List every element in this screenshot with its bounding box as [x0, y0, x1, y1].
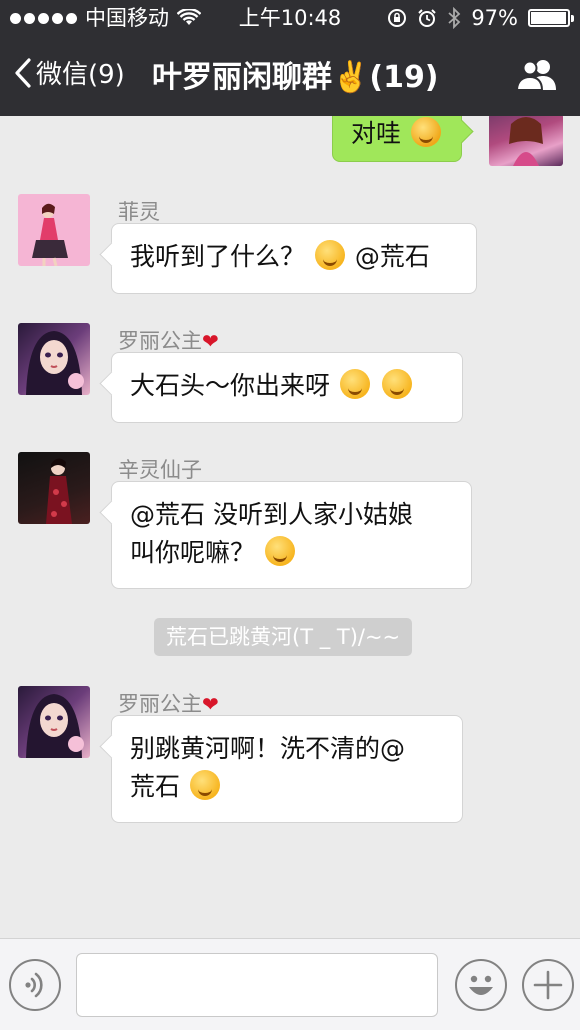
group-members-button[interactable] — [515, 56, 558, 96]
sender-name: 罗丽公主 — [118, 329, 202, 353]
avatar-luoli[interactable] — [18, 686, 90, 758]
avatar-figure-icon — [509, 117, 543, 166]
message-text: 我听到了什么？ — [130, 242, 306, 271]
input-bar — [0, 938, 580, 1030]
message-text-line: 荒石 — [130, 772, 181, 801]
sender-name: 辛灵仙子 — [118, 458, 202, 482]
message-text-line: 别跳黄河啊！洗不清的@ — [130, 734, 406, 763]
avatar-figure-icon — [26, 331, 84, 395]
avatar-luoli[interactable] — [18, 323, 90, 395]
battery-icon — [528, 9, 574, 27]
battery-fill — [531, 12, 566, 24]
back-button[interactable]: 微信(9) — [14, 54, 125, 91]
kiss-emoji-icon — [264, 536, 295, 566]
message-text: 对哇 — [351, 119, 402, 148]
voice-toggle-button[interactable] — [9, 959, 61, 1011]
status-right: 97% — [387, 0, 574, 36]
heart-icon: ❤ — [202, 329, 219, 353]
thinking-emoji-icon — [339, 369, 370, 399]
avatar-self[interactable] — [489, 116, 563, 166]
message-text-line: @荒石 没听到人家小姑娘 — [130, 500, 413, 529]
crying-laugh-emoji-icon — [410, 117, 441, 147]
chevron-left-icon — [15, 57, 31, 88]
message-bubble-self[interactable]: 对哇 — [332, 116, 462, 162]
more-actions-button[interactable] — [522, 959, 574, 1011]
avatar-figure-icon — [26, 694, 84, 758]
nav-bar: 微信(9) 叶罗丽闲聊群✌️(19) — [0, 36, 580, 116]
message-bubble[interactable]: @荒石 没听到人家小姑娘 叫你呢嘛？ — [111, 481, 472, 589]
message-text-line-row: 叫你呢嘛？ — [130, 534, 453, 572]
sender-name: 菲灵 — [118, 200, 160, 224]
sender-name-row: 罗丽公主❤ — [118, 688, 219, 718]
system-message: 荒石已跳黄河(T _ T)/~~ — [154, 618, 413, 656]
grinning-emoji-icon — [314, 240, 345, 270]
avatar-feiling[interactable] — [18, 194, 90, 266]
rotation-lock-icon — [388, 9, 407, 27]
sender-name: 罗丽公主 — [118, 692, 202, 716]
status-bar: 中国移动 上午10:48 97% — [0, 0, 580, 36]
mention-text: @荒石 — [354, 242, 430, 271]
message-text-line-row: 荒石 — [130, 768, 444, 806]
message-bubble[interactable]: 大石头～你出来呀 — [111, 352, 463, 423]
page-title: 叶罗丽闲聊群✌️(19) — [152, 60, 439, 95]
top-bar: 中国移动 上午10:48 97% 微信(9) 叶罗丽闲聊群✌️(19) — [0, 0, 580, 116]
message-text: 大石头～你出来呀 — [130, 371, 331, 400]
group-members-icon — [515, 60, 556, 91]
message-text-line: 叫你呢嘛？ — [130, 538, 256, 567]
back-label: 微信(9) — [36, 60, 125, 90]
message-bubble[interactable]: 别跳黄河啊！洗不清的@ 荒石 — [111, 715, 463, 823]
voice-icon — [25, 972, 43, 998]
bluetooth-icon — [448, 7, 461, 29]
thinking-emoji-icon — [189, 770, 220, 800]
avatar-figure-icon — [46, 458, 72, 524]
avatar-figure-icon — [32, 203, 68, 266]
chat-area[interactable]: 对哇 菲灵 我听到了什么？ @荒石 罗丽公主❤ 大石头～你出来呀 辛灵仙子 @荒… — [0, 116, 580, 938]
heart-icon: ❤ — [202, 692, 219, 716]
battery-percent: 97% — [471, 6, 518, 30]
alarm-icon — [418, 9, 437, 27]
plus-icon — [533, 970, 563, 1000]
thinking-emoji-icon — [381, 369, 412, 399]
smiley-icon — [469, 975, 493, 995]
emoji-button[interactable] — [455, 959, 507, 1011]
message-bubble[interactable]: 我听到了什么？ @荒石 — [111, 223, 477, 294]
message-input[interactable] — [76, 953, 438, 1017]
avatar-xinling[interactable] — [18, 452, 90, 524]
sender-name-row: 罗丽公主❤ — [118, 325, 219, 355]
